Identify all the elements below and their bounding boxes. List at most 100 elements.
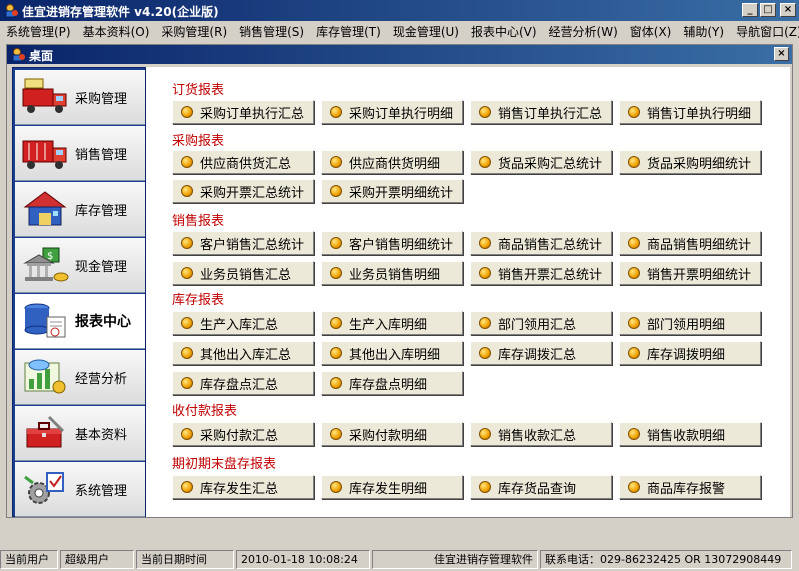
bullet-icon (330, 156, 342, 168)
report-button[interactable]: 库存调拨明细 (619, 341, 761, 365)
report-button[interactable]: 销售订单执行汇总 (470, 100, 612, 124)
menu-window[interactable]: 窗体(X) (630, 23, 672, 40)
report-button[interactable]: 采购开票汇总统计 (172, 179, 314, 203)
desktop-title-bar: 桌面 × (7, 45, 792, 64)
status-user-label: 当前用户 (0, 549, 58, 569)
bullet-icon (181, 185, 193, 197)
status-app-name: 佳宜进销存管理软件 (372, 549, 538, 569)
bullet-icon (479, 156, 491, 168)
menu-navigation[interactable]: 导航窗口(Z) (736, 23, 799, 40)
report-button[interactable]: 商品库存报警 (619, 475, 761, 499)
sidebar-item-label: 报表中心 (75, 314, 131, 330)
bullet-icon (628, 106, 640, 118)
report-button[interactable]: 商品销售明细统计 (619, 231, 761, 255)
report-button[interactable]: 库存货品查询 (470, 475, 612, 499)
bullet-icon (330, 237, 342, 249)
report-button[interactable]: 采购付款明细 (321, 422, 463, 446)
menu-analysis[interactable]: 经营分析(W) (549, 23, 618, 40)
status-datetime: 2010-01-18 10:08:24 (236, 549, 370, 569)
bullet-icon (181, 317, 193, 329)
bullet-icon (479, 481, 491, 493)
sidebar-item-label: 系统管理 (75, 483, 128, 499)
menu-basic-data[interactable]: 基本资料(O) (83, 23, 150, 40)
report-button[interactable]: 采购订单执行明细 (321, 100, 463, 124)
bullet-icon (181, 347, 193, 359)
window-title: 佳宜进销存管理软件 v4.20(企业版) (22, 5, 219, 19)
report-button[interactable]: 库存调拨汇总 (470, 341, 612, 365)
analysis-chart-icon (24, 359, 66, 394)
report-button[interactable]: 货品采购明细统计 (619, 150, 761, 174)
status-user: 超级用户 (60, 549, 134, 569)
menu-sales[interactable]: 销售管理(S) (239, 23, 304, 40)
report-button[interactable]: 业务员销售明细 (321, 261, 463, 285)
maximize-button[interactable]: □ (760, 3, 776, 17)
report-button[interactable]: 部门领用汇总 (470, 311, 612, 335)
minimize-button[interactable]: _ (742, 3, 758, 17)
sidebar-item-analysis[interactable]: 经营分析 (15, 350, 145, 405)
section-title-stocktake: 期初期末盘存报表 (172, 457, 277, 472)
report-button[interactable]: 部门领用明细 (619, 311, 761, 335)
menu-system[interactable]: 系统管理(P) (6, 23, 71, 40)
sidebar-item-reports[interactable]: 报表中心 (15, 294, 145, 349)
report-button[interactable]: 客户销售明细统计 (321, 231, 463, 255)
report-button[interactable]: 库存盘点明细 (321, 371, 463, 395)
module-sidebar: 采购管理 销售管理 库存管理 $ 现金管理 报表中心 经营分析 基本资料 系统管… (12, 67, 146, 517)
sidebar-item-basic-data[interactable]: 基本资料 (15, 406, 145, 461)
report-button[interactable]: 供应商供货汇总 (172, 150, 314, 174)
bullet-icon (330, 185, 342, 197)
bullet-icon (628, 237, 640, 249)
report-button[interactable]: 客户销售汇总统计 (172, 231, 314, 255)
report-button[interactable]: 库存盘点汇总 (172, 371, 314, 395)
sidebar-item-cash[interactable]: $ 现金管理 (15, 238, 145, 293)
bullet-icon (330, 267, 342, 279)
report-button[interactable]: 货品采购汇总统计 (470, 150, 612, 174)
sidebar-item-inventory[interactable]: 库存管理 (15, 182, 145, 237)
bullet-icon (479, 347, 491, 359)
bullet-icon (479, 317, 491, 329)
report-button[interactable]: 生产入库明细 (321, 311, 463, 335)
sidebar-item-sales[interactable]: 销售管理 (15, 126, 145, 181)
menu-reports[interactable]: 报表中心(V) (471, 23, 537, 40)
sidebar-item-system[interactable]: 系统管理 (15, 462, 145, 517)
status-phone: 联系电话：029-86232425 OR 13072908449 (540, 549, 792, 569)
report-button[interactable]: 其他出入库明细 (321, 341, 463, 365)
report-button[interactable]: 销售收款明细 (619, 422, 761, 446)
report-button[interactable]: 商品销售汇总统计 (470, 231, 612, 255)
report-button[interactable]: 销售订单执行明细 (619, 100, 761, 124)
report-button[interactable]: 采购开票明细统计 (321, 179, 463, 203)
sidebar-item-label: 基本资料 (75, 427, 128, 443)
report-button[interactable]: 库存发生明细 (321, 475, 463, 499)
report-button[interactable]: 销售开票汇总统计 (470, 261, 612, 285)
report-button[interactable]: 库存发生汇总 (172, 475, 314, 499)
report-button[interactable]: 采购付款汇总 (172, 422, 314, 446)
report-button[interactable]: 销售收款汇总 (470, 422, 612, 446)
sales-truck-icon (22, 140, 67, 169)
menu-assist[interactable]: 辅助(Y) (683, 23, 724, 40)
menu-inventory[interactable]: 库存管理(T) (316, 23, 381, 40)
report-database-icon (24, 303, 66, 338)
bullet-icon (330, 347, 342, 359)
section-title-payments: 收付款报表 (172, 404, 238, 419)
bullet-icon (479, 428, 491, 440)
app-icon (5, 4, 18, 18)
report-panel: 订货报表 采购订单执行汇总 采购订单执行明细 销售订单执行汇总 销售订单执行明细… (146, 67, 790, 517)
report-button[interactable]: 生产入库汇总 (172, 311, 314, 335)
report-button[interactable]: 供应商供货明细 (321, 150, 463, 174)
bullet-icon (330, 481, 342, 493)
bullet-icon (330, 377, 342, 389)
bullet-icon (330, 106, 342, 118)
report-button[interactable]: 其他出入库汇总 (172, 341, 314, 365)
report-button[interactable]: 采购订单执行汇总 (172, 100, 314, 124)
bullet-icon (181, 377, 193, 389)
close-button[interactable]: × (780, 3, 796, 17)
report-button[interactable]: 销售开票明细统计 (619, 261, 761, 285)
desktop-close-button[interactable]: × (774, 47, 789, 61)
bullet-icon (628, 267, 640, 279)
sidebar-item-purchase[interactable]: 采购管理 (15, 70, 145, 125)
bullet-icon (181, 237, 193, 249)
menu-purchase[interactable]: 采购管理(R) (161, 23, 227, 40)
menu-cash[interactable]: 现金管理(U) (393, 23, 459, 40)
section-title-inventory: 库存报表 (172, 293, 225, 308)
report-button[interactable]: 业务员销售汇总 (172, 261, 314, 285)
bullet-icon (479, 106, 491, 118)
